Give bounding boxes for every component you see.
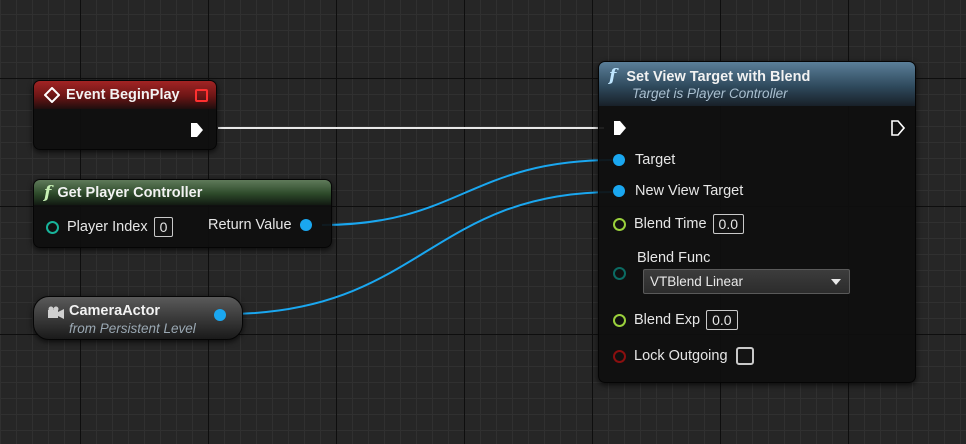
player-index-label: Player Index — [67, 219, 148, 235]
set-view-target-title: Set View Target with Blend — [626, 69, 811, 85]
return-value-pin[interactable] — [299, 219, 312, 231]
return-value-pin-row: Return Value — [208, 217, 312, 233]
lock-outgoing-pin[interactable] — [613, 349, 626, 363]
lock-outgoing-label: Lock Outgoing — [634, 348, 728, 364]
lock-outgoing-checkbox[interactable] — [735, 347, 754, 365]
new-view-target-pin-row: New View Target — [613, 183, 743, 199]
lock-outgoing-pin-row: Lock Outgoing — [613, 347, 754, 365]
blend-exp-input[interactable]: 0.0 — [706, 310, 738, 330]
set-view-target-header: f Set View Target with Blend Target is P… — [599, 62, 915, 106]
new-view-target-label: New View Target — [635, 183, 744, 199]
player-index-pin-row: Player Index 0 — [46, 217, 174, 237]
target-label: Target — [635, 152, 676, 168]
player-controller-header: f Get Player Controller — [34, 180, 331, 205]
blend-func-label: Blend Func — [637, 250, 711, 266]
blend-time-label: Blend Time — [634, 216, 707, 232]
camera-actor-title: CameraActor — [69, 303, 161, 319]
blend-exp-pin-row: Blend Exp 0.0 — [613, 310, 738, 330]
exec-in-pin[interactable] — [613, 120, 627, 136]
delegate-square-icon[interactable] — [195, 89, 208, 102]
exec-out-pin[interactable] — [190, 122, 204, 138]
camera-actor-output-pin[interactable] — [214, 309, 226, 321]
blend-time-input[interactable]: 0.0 — [712, 214, 745, 234]
get-player-controller-node[interactable]: f Get Player Controller Player Index 0 R… — [33, 179, 332, 248]
event-diamond-icon — [44, 87, 60, 103]
exec-out-pin[interactable] — [891, 120, 905, 136]
chevron-down-icon — [831, 279, 841, 285]
event-node-header: Event BeginPlay — [34, 81, 216, 109]
set-view-target-subtitle: Target is Player Controller — [632, 86, 788, 101]
blend-exp-label: Blend Exp — [634, 312, 701, 328]
blend-func-dropdown[interactable]: VTBlend Linear — [643, 269, 850, 294]
player-index-pin[interactable] — [46, 220, 59, 234]
player-controller-wire[interactable] — [321, 159, 615, 226]
new-view-target-pin[interactable] — [613, 185, 625, 197]
camera-icon — [48, 306, 64, 319]
player-index-input[interactable]: 0 — [153, 217, 174, 237]
event-node-title: Event BeginPlay — [66, 87, 180, 103]
blend-func-selected: VTBlend Linear — [650, 274, 744, 289]
event-beginplay-node[interactable]: Event BeginPlay — [33, 80, 217, 150]
target-pin-row: Target — [613, 152, 675, 168]
blend-time-pin[interactable] — [613, 217, 626, 231]
target-pin[interactable] — [613, 154, 625, 166]
set-view-target-node[interactable]: f Set View Target with Blend Target is P… — [598, 61, 916, 383]
function-icon: f — [609, 66, 617, 86]
return-value-label: Return Value — [208, 217, 292, 233]
camera-actor-node[interactable]: CameraActor from Persistent Level — [33, 296, 243, 340]
blend-exp-pin[interactable] — [613, 313, 626, 327]
function-icon: f — [44, 182, 52, 203]
blend-time-pin-row: Blend Time 0.0 — [613, 214, 745, 234]
blend-func-pin[interactable] — [613, 267, 626, 280]
player-controller-title: Get Player Controller — [57, 184, 203, 201]
blend-func-label-row: Blend Func — [637, 250, 710, 266]
camera-actor-subtitle: from Persistent Level — [69, 321, 196, 336]
